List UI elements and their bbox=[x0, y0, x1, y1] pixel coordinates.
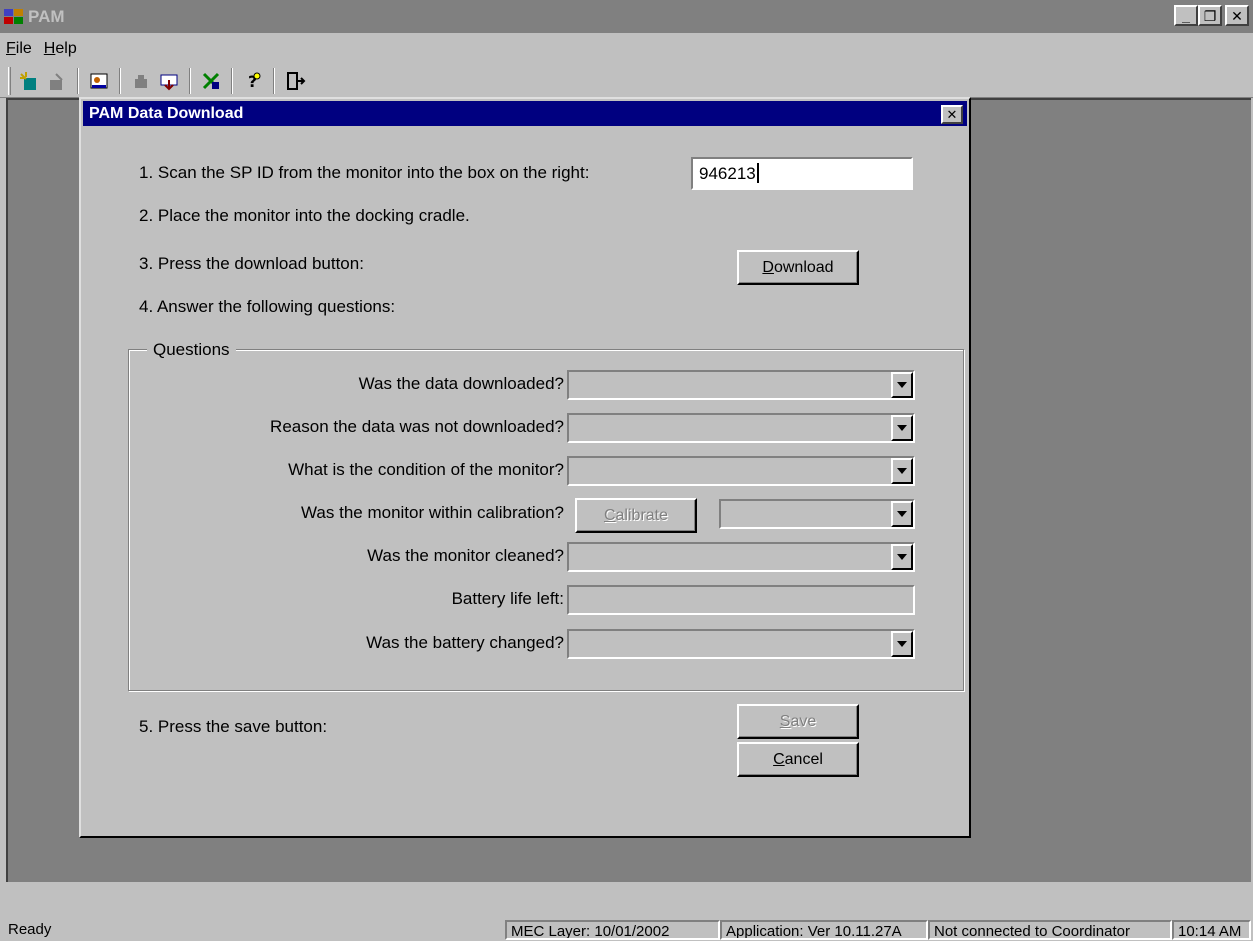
chevron-down-icon[interactable] bbox=[891, 415, 913, 441]
user-edit-icon[interactable] bbox=[85, 67, 113, 95]
close-button[interactable]: ✕ bbox=[1225, 5, 1249, 26]
record-icon[interactable] bbox=[127, 67, 155, 95]
sp-id-value: 946213 bbox=[699, 164, 756, 183]
menu-file[interactable]: File bbox=[6, 40, 32, 58]
text-caret bbox=[756, 163, 759, 183]
step-1-label: 1. Scan the SP ID from the monitor into … bbox=[139, 163, 590, 182]
chevron-down-icon[interactable] bbox=[891, 372, 913, 398]
status-mec-layer: MEC Layer: 10/01/2002 bbox=[505, 920, 720, 940]
status-coordinator: Not connected to Coordinator bbox=[928, 920, 1172, 940]
equipment-icon[interactable] bbox=[197, 67, 225, 95]
toolbar-separator bbox=[77, 67, 79, 94]
open-icon[interactable] bbox=[43, 67, 71, 95]
battery-life-label: Battery life left: bbox=[451, 589, 564, 608]
download-icon[interactable] bbox=[155, 67, 183, 95]
new-icon[interactable] bbox=[15, 67, 43, 95]
battery-life-field[interactable] bbox=[567, 585, 915, 615]
step-5-label: 5. Press the save button: bbox=[139, 717, 328, 736]
calibrate-button[interactable]: Calibrate bbox=[575, 498, 697, 533]
question-downloaded-label: Was the data downloaded? bbox=[358, 374, 564, 393]
question-cleaned-label: Was the monitor cleaned? bbox=[367, 546, 564, 565]
app-icon bbox=[4, 8, 24, 25]
battery-changed-select[interactable] bbox=[567, 629, 915, 659]
status-ready: Ready bbox=[8, 921, 52, 938]
status-application-version: Application: Ver 10.11.27A bbox=[720, 920, 928, 940]
menu-help[interactable]: Help bbox=[44, 40, 77, 58]
chevron-down-icon[interactable] bbox=[891, 501, 913, 527]
questions-group-label: Questions bbox=[147, 340, 236, 360]
minimize-button[interactable]: _ bbox=[1174, 5, 1198, 26]
menu-bar: File Help bbox=[0, 33, 1253, 64]
toolbar-separator bbox=[231, 67, 233, 94]
exit-icon[interactable] bbox=[281, 67, 309, 95]
chevron-down-icon[interactable] bbox=[891, 458, 913, 484]
toolbar-separator bbox=[273, 67, 275, 94]
reason-select[interactable] bbox=[567, 413, 915, 443]
dialog-close-button[interactable]: ✕ bbox=[941, 105, 963, 124]
question-battery-changed-label: Was the battery changed? bbox=[366, 633, 564, 652]
toolbar: ? bbox=[0, 64, 1253, 98]
status-time: 10:14 AM bbox=[1172, 920, 1251, 940]
question-calibration-label: Was the monitor within calibration? bbox=[301, 503, 564, 522]
chevron-down-icon[interactable] bbox=[891, 544, 913, 570]
step-3-label: 3. Press the download button: bbox=[139, 254, 364, 273]
toolbar-separator bbox=[189, 67, 191, 94]
step-2-label: 2. Place the monitor into the docking cr… bbox=[139, 206, 470, 225]
dialog-title-bar: PAM Data Download ✕ bbox=[83, 101, 967, 126]
downloaded-select[interactable] bbox=[567, 370, 915, 400]
sp-id-input[interactable]: 946213 bbox=[691, 157, 913, 190]
save-button[interactable]: Save bbox=[737, 704, 859, 739]
chevron-down-icon[interactable] bbox=[891, 631, 913, 657]
toolbar-grip[interactable] bbox=[8, 66, 11, 95]
question-reason-label: Reason the data was not downloaded? bbox=[270, 417, 564, 436]
step-4-label: 4. Answer the following questions: bbox=[139, 297, 396, 316]
cleaned-select[interactable] bbox=[567, 542, 915, 572]
condition-select[interactable] bbox=[567, 456, 915, 486]
cancel-button[interactable]: Cancel bbox=[737, 742, 859, 777]
help-icon[interactable]: ? bbox=[239, 67, 267, 95]
maximize-button[interactable]: ❐ bbox=[1198, 5, 1222, 26]
app-title: PAM bbox=[28, 6, 65, 26]
calibration-select[interactable] bbox=[719, 499, 915, 529]
pam-data-download-dialog: PAM Data Download ✕ 1. Scan the SP ID fr… bbox=[79, 97, 971, 838]
question-condition-label: What is the condition of the monitor? bbox=[288, 460, 564, 479]
toolbar-separator bbox=[119, 67, 121, 94]
app-title-bar: PAM _ ❐ ✕ bbox=[0, 0, 1253, 33]
dialog-title: PAM Data Download bbox=[89, 104, 244, 122]
status-bar: Ready MEC Layer: 10/01/2002 Application:… bbox=[0, 918, 1253, 941]
download-button[interactable]: Download bbox=[737, 250, 859, 285]
